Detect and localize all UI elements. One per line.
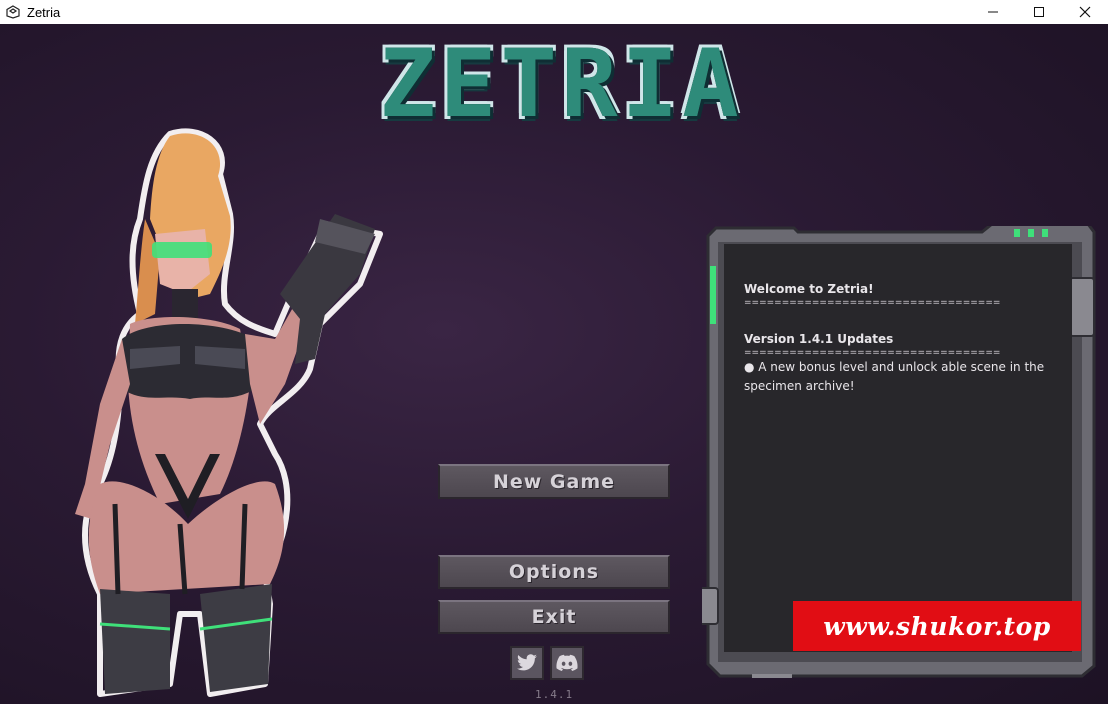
close-button[interactable] bbox=[1062, 0, 1108, 24]
game-logo: ZETRIA bbox=[296, 30, 826, 139]
version-label: 1.4.1 bbox=[535, 688, 574, 701]
twitter-button[interactable] bbox=[510, 646, 544, 680]
maximize-button[interactable] bbox=[1016, 0, 1062, 24]
version-rule: ================================== bbox=[744, 348, 1001, 358]
exit-button[interactable]: Exit bbox=[438, 600, 670, 634]
minimize-icon bbox=[988, 11, 998, 13]
update-bullet: ● A new bonus level and unlock able scen… bbox=[744, 360, 1045, 393]
updates-panel-text: Welcome to Zetria! =====================… bbox=[744, 282, 1064, 396]
unity-icon bbox=[5, 4, 21, 20]
watermark-text: www.shukor.top bbox=[823, 611, 1051, 641]
maximize-icon bbox=[1034, 7, 1044, 17]
version-heading: Version 1.4.1 Updates bbox=[744, 332, 894, 346]
window-title: Zetria bbox=[27, 4, 61, 20]
logo-text: ZETRIA bbox=[379, 30, 743, 139]
window-titlebar: Zetria bbox=[0, 0, 1108, 24]
window-controls bbox=[970, 0, 1108, 24]
close-icon bbox=[1079, 6, 1091, 18]
minimize-button[interactable] bbox=[970, 0, 1016, 24]
watermark-banner: www.shukor.top bbox=[793, 601, 1081, 651]
options-button[interactable]: Options bbox=[438, 555, 670, 589]
discord-button[interactable] bbox=[550, 646, 584, 680]
discord-icon bbox=[556, 654, 578, 671]
welcome-rule: ================================== bbox=[744, 298, 1001, 308]
new-game-button[interactable]: New Game bbox=[438, 464, 670, 499]
twitter-icon bbox=[517, 654, 537, 671]
character-illustration bbox=[75, 128, 383, 697]
game-viewport[interactable]: ZETRIA New Game Options Exit 1.4.1 Welco… bbox=[0, 24, 1108, 704]
welcome-heading: Welcome to Zetria! bbox=[744, 282, 874, 296]
